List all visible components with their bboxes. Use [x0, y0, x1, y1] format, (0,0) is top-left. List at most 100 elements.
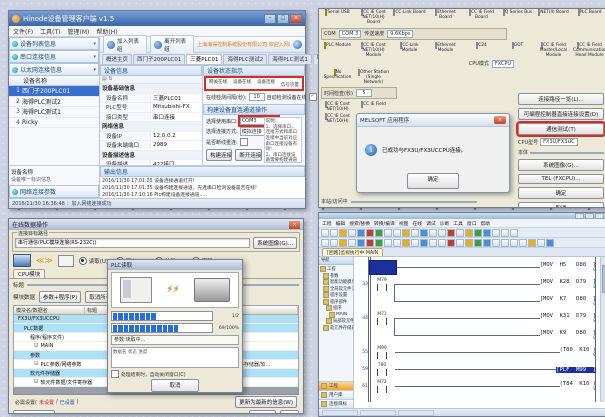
menu-item[interactable]: 编辑 — [336, 220, 346, 227]
interface-icon-item[interactable]: Ethernet Board — [429, 11, 462, 26]
build-channel-button[interactable]: 构建连接通道 — [206, 149, 232, 161]
propgrid-sort-icons[interactable]: ▤ ⇅ — [100, 76, 202, 84]
vertical-scrollbar[interactable] — [600, 257, 605, 402]
menu-item[interactable]: 工具 — [453, 220, 463, 227]
device-tab[interactable]: 海得PLC测试2 — [223, 54, 267, 64]
nav-view-button[interactable]: 用户库 — [319, 390, 353, 399]
collapse-icon[interactable]: ▾ — [93, 54, 96, 60]
menu-item[interactable]: 工程 — [322, 220, 332, 227]
scrollbar-thumb[interactable] — [602, 265, 605, 293]
interface-icon-item[interactable]: Q Series Bus — [501, 11, 534, 26]
close-icon[interactable]: × — [494, 116, 506, 124]
property-row[interactable]: 网络信息 — [100, 122, 202, 132]
interface-icon-item[interactable]: CC IE Field Board — [465, 11, 498, 26]
nav-view-button[interactable]: 工程 — [319, 381, 353, 390]
property-row[interactable]: PLC型号 Mitsubishi-FX — [100, 103, 202, 113]
cancel-button[interactable]: 取消 — [518, 202, 604, 208]
hinode-titlebar[interactable]: Hinode设备管理客户端 v1.5 – □ × — [9, 11, 305, 26]
menu-item[interactable]: 转换/编译 — [374, 220, 395, 227]
execute-button[interactable]: 执行(E) — [249, 410, 276, 414]
editor-toolbar-1[interactable] — [319, 228, 605, 238]
ladder-contact[interactable]: M79 — [369, 278, 395, 291]
menu-item[interactable]: 在线 — [412, 220, 422, 227]
ladder-instruction[interactable]: [MOV K31 D79 ]8 — [540, 313, 596, 324]
interface-icon-item[interactable]: Ethernet Module — [429, 44, 462, 59]
editor-toolbar-2[interactable] — [319, 238, 605, 248]
close-icon[interactable]: × — [289, 221, 300, 229]
property-row[interactable]: 设备基础信息 — [100, 84, 202, 94]
connection-paths-button[interactable]: 连接路径一览(L)... — [518, 93, 604, 105]
network-icon-item[interactable]: CC IE Cont NET/10(H) — [321, 103, 354, 113]
property-row[interactable]: 接口类型 串口连接 — [100, 113, 202, 123]
station-icon-item[interactable]: Other Station (Single Network) — [357, 71, 390, 86]
device-tab[interactable]: 海得PLC测试1 — [268, 54, 312, 64]
ladder-document-tab[interactable]: [回路]监视执行中 MAIN — [322, 248, 383, 256]
ladder-instruction[interactable]: [MOV K9 D80 ]0 — [540, 330, 596, 341]
collapse-icon[interactable]: ▾ — [93, 41, 96, 47]
collapse-icon[interactable]: ▾ — [93, 67, 96, 73]
interface-icon-item[interactable]: CC IE Cont NET/10(H) Module — [357, 44, 390, 59]
tel-button[interactable]: TEL (FXCPU)... — [518, 174, 604, 184]
progress-titlebar[interactable]: PLC读取 — [108, 260, 242, 270]
interface-icon-item[interactable]: NET(II) Board — [537, 11, 570, 26]
interface-icon-item[interactable]: GOT — [501, 44, 534, 59]
ladder-instruction[interactable]: [MOV H5 D80 ]0 — [540, 262, 596, 273]
menu-item[interactable]: 搜索/替换 — [349, 220, 370, 227]
baud-field[interactable]: 9.6Kbps — [387, 30, 413, 38]
interval-input[interactable]: 10 — [249, 93, 265, 101]
device-tab[interactable]: 三菱PLC01 — [186, 54, 222, 64]
interface-icon-item[interactable]: CC-Link Module — [393, 44, 426, 59]
network-icon-item[interactable]: CC IE Cont NET/10(H) — [321, 115, 354, 125]
access-path-field[interactable] — [351, 201, 477, 203]
menu-item[interactable]: 诊断 — [440, 220, 450, 227]
sidebar-section-header[interactable]: 串口连接信息 ▾ — [9, 50, 99, 63]
reconnect-checkbox[interactable] — [240, 138, 248, 146]
com-port-field[interactable]: COM 3 — [339, 30, 362, 38]
property-row[interactable]: 设备末端端口 2989 — [100, 141, 202, 151]
nav-tree-item[interactable]: 全局软元件注释 — [319, 286, 353, 293]
ladder-instruction[interactable]: [MOV K7 D80 ]0 — [540, 296, 596, 307]
column-header[interactable]: 模块名/数据名 — [14, 307, 85, 314]
nav-tree-item[interactable]: 软元件存储器 — [319, 325, 353, 332]
online-dialog-titlebar[interactable]: 在线数据操作 × — [9, 219, 303, 230]
interface-icon-item[interactable]: PLC Board — [573, 11, 605, 26]
nav-tree-item[interactable]: 智能功能模块 — [319, 279, 353, 286]
row-checkbox[interactable]: ☑ — [34, 361, 38, 367]
interface-icon-item[interactable]: CC IE Field Master/Local Module — [537, 44, 570, 59]
interface-icon-item[interactable]: PLC Module — [321, 44, 354, 59]
autoclose-checkbox[interactable] — [111, 370, 119, 378]
ladder-instruction[interactable]: (T84 K10 )0 — [560, 381, 596, 392]
device-row[interactable]: 2 海得PLC测试2 — [9, 97, 99, 108]
ladder-instruction[interactable]: (T80 K10 )0 — [560, 347, 596, 358]
sidebar-section-header[interactable]: 以太网连接信息 ▾ — [9, 63, 99, 76]
menu-item[interactable]: 管理(M) — [68, 27, 90, 36]
network-icon-item[interactable]: CC IE Field — [357, 103, 390, 113]
row-checkbox[interactable]: ☑ — [34, 379, 38, 385]
menu-item[interactable]: 调试 — [426, 220, 436, 227]
ladder-contact[interactable]: M72 — [369, 380, 395, 393]
communication-test-button[interactable]: 通信测试(T) — [518, 123, 604, 135]
device-row[interactable]: 1 西门子200PLC01 — [9, 86, 99, 97]
auto-check-checkbox[interactable]: ✓ — [309, 93, 317, 101]
close-dialog-button[interactable]: 关闭 — [280, 410, 299, 414]
menu-item[interactable]: 窗口 — [467, 220, 477, 227]
popup-ok-button[interactable]: 确定 — [407, 173, 459, 189]
related-functions-button[interactable]: 关联功能(F)▲ — [13, 410, 55, 414]
time-check-field[interactable]: 5 — [356, 89, 372, 97]
menu-item[interactable]: 帮助 — [481, 220, 491, 227]
menu-item[interactable]: 工具(T) — [40, 27, 60, 36]
interface-icon-item[interactable]: C24 — [465, 44, 498, 59]
sidebar-section-header-bottom[interactable]: 网络连接参数 — [9, 185, 99, 198]
system-image-button[interactable]: 系统图像(G)... — [518, 159, 604, 171]
ladder-contact[interactable]: M99 — [369, 346, 395, 359]
ladder-canvas[interactable]: [MOV H5 D80 ]033M79[MOV K28 D79 ]8[MOV K… — [354, 257, 605, 408]
ladder-contact[interactable]: M71 — [369, 312, 395, 325]
ok-button[interactable]: 确定 — [518, 187, 604, 199]
device-tab[interactable]: 西门子200PLC01 — [133, 54, 185, 64]
interface-icon-item[interactable]: CC IE Field Communication Head Module — [573, 44, 605, 59]
maximize-button[interactable]: □ — [277, 14, 289, 24]
cpu-module-tab[interactable]: CPU模块 — [13, 269, 45, 278]
progress-cancel-button[interactable]: 取消 — [151, 379, 199, 392]
sidebar-section-header[interactable]: 设备列表信息 ▾ — [9, 37, 99, 50]
ladder-instruction[interactable]: [MOV K28 D79 ]8 — [540, 279, 596, 290]
